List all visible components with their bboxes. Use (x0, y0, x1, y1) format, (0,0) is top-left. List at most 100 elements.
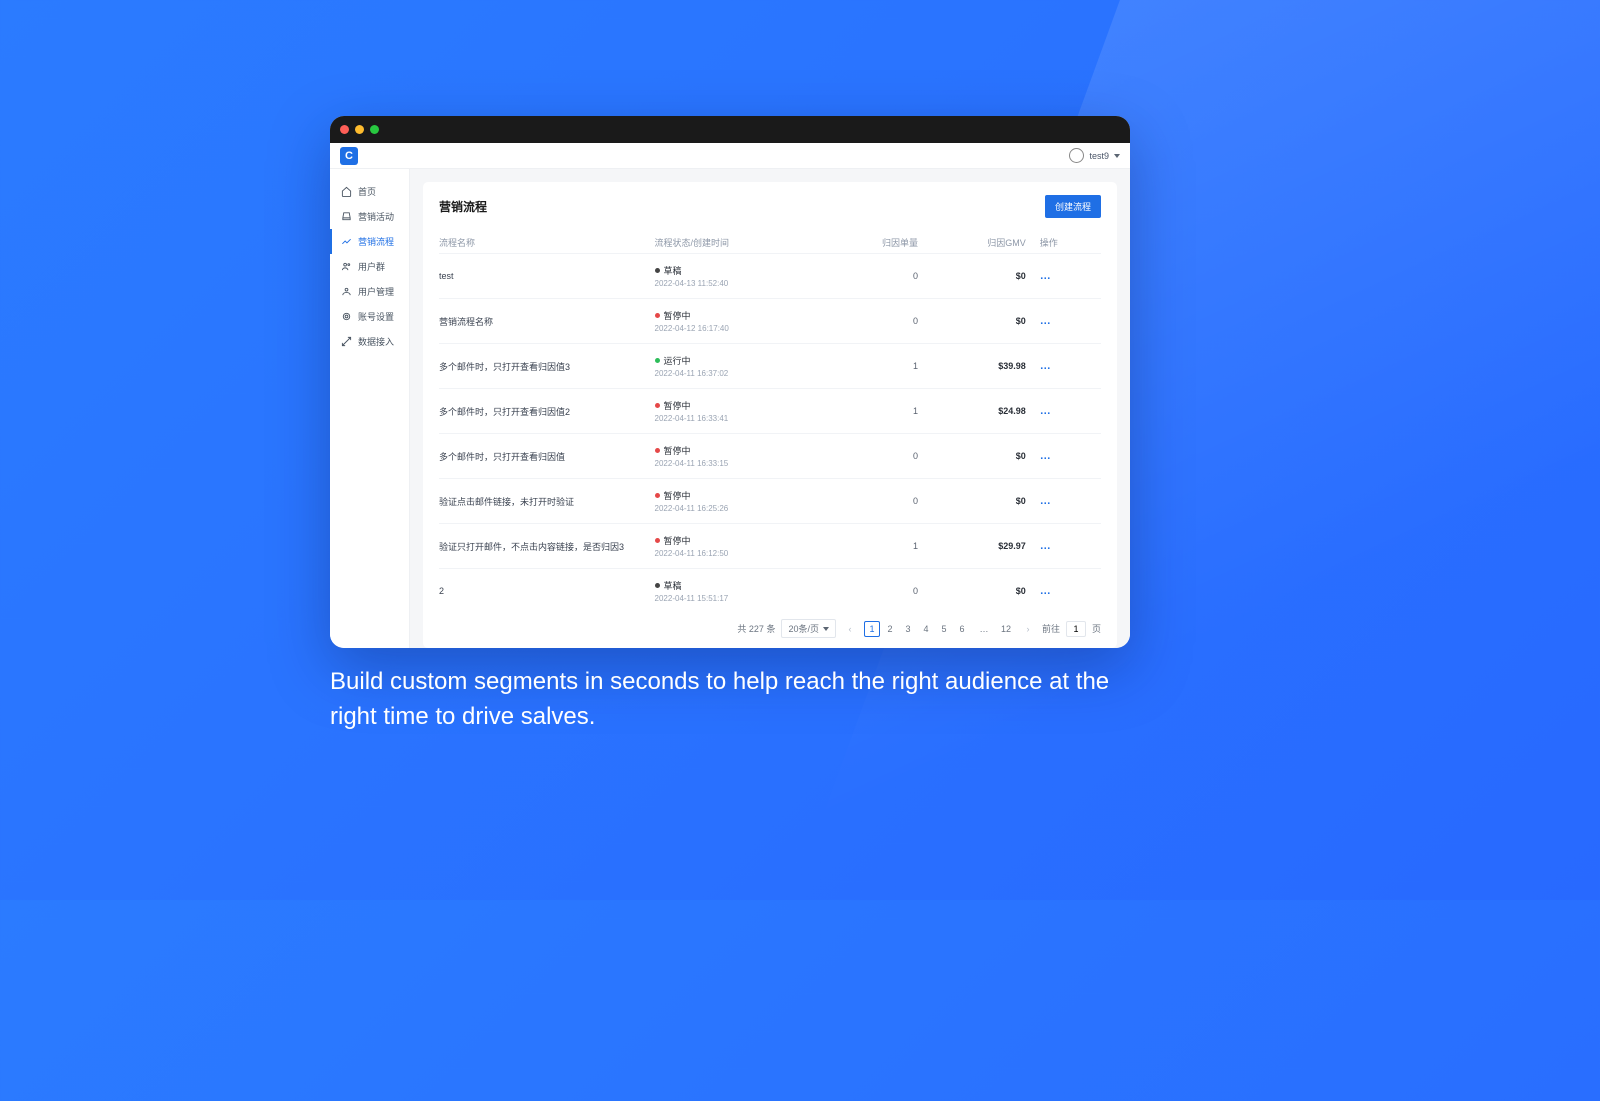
jump-label-prefix: 前往 (1042, 622, 1060, 635)
status-text: 草稿 (664, 579, 682, 592)
sidebar-item-segments[interactable]: 用户群 (330, 254, 409, 279)
sidebar-item-account[interactable]: 账号设置 (330, 304, 409, 329)
status-text: 草稿 (664, 264, 682, 277)
row-more-button[interactable]: … (1040, 585, 1052, 597)
segments-icon (341, 261, 352, 272)
row-more-button[interactable]: … (1040, 450, 1052, 462)
flows-icon (341, 236, 352, 247)
window-minimize-icon[interactable] (355, 125, 364, 134)
row-more-button[interactable]: … (1040, 315, 1052, 327)
status-text: 暂停中 (664, 309, 691, 322)
row-gmv: $0 (924, 253, 1032, 298)
row-name: 多个邮件时，只打开查看归因值 (439, 433, 655, 478)
prev-page-button[interactable]: ‹ (842, 621, 858, 637)
row-orders: 0 (839, 433, 924, 478)
status-text: 暂停中 (664, 534, 691, 547)
row-status: 暂停中 2022-04-11 16:33:15 (655, 433, 840, 478)
row-status: 草稿 2022-04-11 15:51:17 (655, 568, 840, 613)
users-icon (341, 286, 352, 297)
status-time: 2022-04-11 16:12:50 (655, 549, 729, 558)
sidebar-item-data[interactable]: 数据接入 (330, 329, 409, 354)
status-text: 暂停中 (664, 399, 691, 412)
col-orders: 归因单量 (839, 232, 924, 253)
page-size-select[interactable]: 20条/页 (781, 619, 836, 638)
status-time: 2022-04-12 16:17:40 (655, 324, 729, 333)
sidebar-item-label: 账号设置 (358, 310, 394, 323)
status-time: 2022-04-11 16:33:15 (655, 459, 729, 468)
page-number[interactable]: 5 (936, 621, 952, 637)
main-area: 营销流程 创建流程 流程名称 流程状态/创建时间 归因单量 归因GMV 操作 t… (410, 169, 1130, 648)
row-orders: 0 (839, 478, 924, 523)
row-name: 验证点击邮件链接，未打开时验证 (439, 478, 655, 523)
status-dot-icon (655, 358, 660, 363)
sidebar-item-label: 营销活动 (358, 210, 394, 223)
sidebar-item-label: 首页 (358, 185, 376, 198)
app-body: 首页营销活动营销流程用户群用户管理账号设置数据接入 营销流程 创建流程 流程名称… (330, 169, 1130, 648)
home-icon (341, 186, 352, 197)
sidebar-item-label: 数据接入 (358, 335, 394, 348)
status-time: 2022-04-11 15:51:17 (655, 594, 729, 603)
status-time: 2022-04-11 16:37:02 (655, 369, 729, 378)
row-orders: 0 (839, 298, 924, 343)
status-text: 运行中 (664, 354, 691, 367)
app-logo[interactable]: C (340, 147, 358, 165)
status-dot-icon (655, 403, 660, 408)
row-name: 多个邮件时，只打开查看归因值2 (439, 388, 655, 433)
app-logo-letter: C (345, 150, 353, 162)
row-more-button[interactable]: … (1040, 540, 1052, 552)
row-status: 暂停中 2022-04-11 16:25:26 (655, 478, 840, 523)
user-menu[interactable]: test9 (1069, 148, 1120, 163)
avatar-icon (1069, 148, 1084, 163)
next-page-button[interactable]: › (1020, 621, 1036, 637)
col-status: 流程状态/创建时间 (655, 232, 840, 253)
page-number[interactable]: 2 (882, 621, 898, 637)
status-text: 暂停中 (664, 444, 691, 457)
create-flow-button[interactable]: 创建流程 (1045, 195, 1101, 218)
row-ops: … (1032, 478, 1101, 523)
row-name: 2 (439, 568, 655, 613)
row-ops: … (1032, 523, 1101, 568)
row-more-button[interactable]: … (1040, 270, 1052, 282)
row-more-button[interactable]: … (1040, 360, 1052, 372)
row-name: 营销流程名称 (439, 298, 655, 343)
page-number[interactable]: 4 (918, 621, 934, 637)
row-gmv: $0 (924, 478, 1032, 523)
row-gmv: $24.98 (924, 388, 1032, 433)
row-ops: … (1032, 253, 1101, 298)
window-close-icon[interactable] (340, 125, 349, 134)
campaigns-icon (341, 211, 352, 222)
jump-label-suffix: 页 (1092, 622, 1101, 635)
page-number[interactable]: 3 (900, 621, 916, 637)
page-number[interactable]: 6 (954, 621, 970, 637)
page-number[interactable]: 1 (864, 621, 880, 637)
row-status: 暂停中2022-04-11 16:33:41 (655, 388, 840, 433)
row-ops: … (1032, 298, 1101, 343)
sidebar-item-users[interactable]: 用户管理 (330, 279, 409, 304)
col-gmv: 归因GMV (924, 232, 1032, 253)
row-orders: 0 (839, 253, 924, 298)
row-ops: … (1032, 568, 1101, 613)
status-dot-icon (655, 493, 660, 498)
sidebar-item-flows[interactable]: 营销流程 (330, 229, 409, 254)
row-status: 草稿 2022-04-13 11:52:40 (655, 253, 840, 298)
status-time: 2022-04-13 11:52:40 (655, 279, 729, 288)
row-gmv: $39.98 (924, 343, 1032, 388)
jump-page-input[interactable] (1066, 621, 1086, 637)
row-more-button[interactable]: … (1040, 495, 1052, 507)
sidebar-item-campaigns[interactable]: 营销活动 (330, 204, 409, 229)
row-more-button[interactable]: … (1040, 405, 1052, 417)
row-gmv: $29.97 (924, 523, 1032, 568)
row-status: 暂停中 2022-04-12 16:17:40 (655, 298, 840, 343)
window-maximize-icon[interactable] (370, 125, 379, 134)
row-ops: … (1032, 388, 1101, 433)
main-header: 营销流程 创建流程 (439, 195, 1101, 218)
window-titlebar (330, 116, 1130, 143)
row-name: 多个邮件时，只打开查看归因值3 (439, 343, 655, 388)
status-dot-icon (655, 268, 660, 273)
sidebar: 首页营销活动营销流程用户群用户管理账号设置数据接入 (330, 169, 410, 648)
status-time: 2022-04-11 16:25:26 (655, 504, 729, 513)
row-orders: 1 (839, 388, 924, 433)
page-last[interactable]: 12 (998, 621, 1014, 637)
status-text: 暂停中 (664, 489, 691, 502)
sidebar-item-home[interactable]: 首页 (330, 179, 409, 204)
